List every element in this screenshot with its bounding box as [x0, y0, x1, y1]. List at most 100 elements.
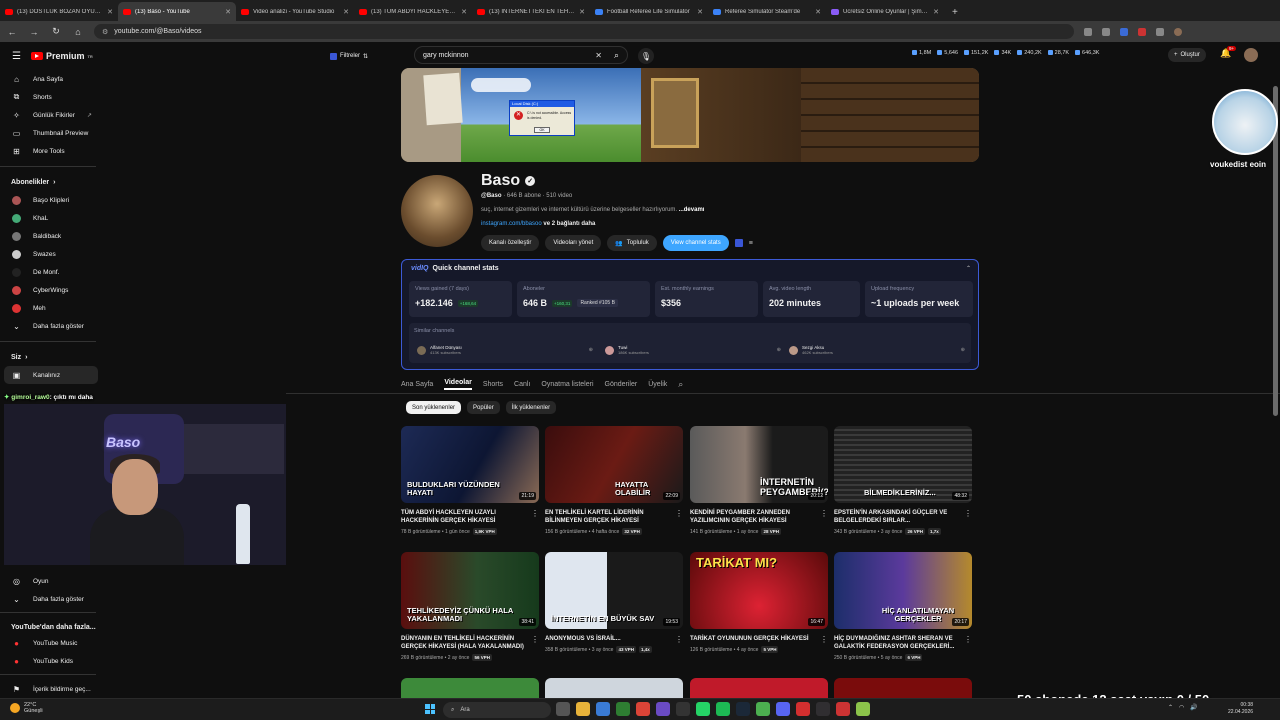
terminal-icon[interactable] [676, 702, 690, 716]
subscription-item[interactable]: CyberWings [0, 281, 104, 299]
channel-links[interactable]: instagram.com/bbasoo ve 2 bağlantı daha [481, 221, 595, 227]
chevron-up-icon[interactable]: ⌃ [1168, 704, 1173, 711]
add-user-icon[interactable]: ⊕ [589, 347, 593, 353]
close-icon[interactable]: ✕ [579, 8, 585, 16]
volume-icon[interactable]: 🔊 [1190, 704, 1197, 711]
youtube-logo[interactable]: Premium TR [30, 51, 93, 61]
more-options-icon[interactable]: ⋮ [820, 635, 828, 644]
app-icon[interactable] [756, 702, 770, 716]
video-card[interactable]: HİÇ ANLATILMAYAN GERÇEKLER 20:17 HİÇ DUYM… [834, 552, 972, 661]
site-info-icon[interactable]: ⚙ [102, 28, 108, 36]
browser-tab[interactable]: Ücretsiz Online Oyunlar | Şimdi... ✕ [826, 2, 944, 21]
mic-icon[interactable]: 🎙 [638, 48, 654, 64]
close-icon[interactable]: ✕ [107, 8, 113, 16]
browser-tab[interactable]: Referee Simulator Steam'de ✕ [708, 2, 826, 21]
more-options-icon[interactable]: ⋮ [531, 509, 539, 518]
similar-channel-item[interactable]: Tuwi 186K subscribers ⊕ [605, 343, 781, 357]
store-icon[interactable] [596, 702, 610, 716]
sidebar-item-thumbnail-preview[interactable]: ▭ Thumbnail Preview [0, 124, 104, 142]
chip-latest[interactable]: Son yüklenenler [406, 401, 462, 414]
browser-tab[interactable]: (13) İNTERNETTEKİ EN TEHLİKE...✕ [472, 2, 590, 21]
tab-videos[interactable]: Videolar [444, 379, 472, 390]
windows-start-icon[interactable] [425, 704, 435, 714]
app-icon[interactable] [836, 702, 850, 716]
manage-videos-button[interactable]: Videoları yönet [545, 235, 602, 251]
video-card[interactable]: TARİKAT MI? 16:47 TARİKAT OYUNUNUN GERÇEK… [690, 552, 828, 653]
video-card[interactable]: İNTERNETİN PEYGAMBERİ(?) 20:12 KENDİNİ PE… [690, 426, 828, 535]
app-icon[interactable] [656, 702, 670, 716]
video-thumbnail[interactable] [545, 678, 683, 698]
video-title[interactable]: DÜNYANIN EN TEHLİKELİ HACKERİNİN GERÇEK … [401, 635, 529, 651]
app-icon[interactable] [856, 702, 870, 716]
video-card[interactable]: HAYATTA OLABİLİR 22:09 EN TEHLİKELİ KARTE… [545, 426, 683, 535]
new-tab-button[interactable]: + [944, 7, 966, 21]
video-title[interactable]: TÜM ABDYİ HACKLEYEN UZAYLI HACKERİNİN GE… [401, 509, 529, 525]
extension-icon[interactable] [1156, 27, 1164, 36]
spotify-icon[interactable] [716, 702, 730, 716]
show-more-explore[interactable]: ⌄ Daha fazla göster [0, 590, 84, 608]
channel-description[interactable]: suç, internet gizemleri ve internet kült… [481, 207, 704, 213]
subscription-item[interactable]: Başo Klipleri [0, 191, 104, 209]
more-options-icon[interactable]: ⋮ [675, 509, 683, 518]
sidebar-item-your-channel[interactable]: ▣ Kanalınız [4, 366, 98, 384]
tab-home[interactable]: Ana Sayfa [401, 381, 433, 388]
menu-icon[interactable]: ☰ [12, 51, 21, 62]
similar-channel-item[interactable]: Sezgi Aksu 462K subscribers ⊕ [789, 343, 965, 357]
view-channel-stats-button[interactable]: View channel stats [662, 235, 729, 251]
reload-icon[interactable]: ↻ [50, 26, 62, 37]
tab-membership[interactable]: Üyelik [648, 381, 667, 388]
subscription-item[interactable]: Baldiback [0, 227, 104, 245]
subscription-item[interactable]: Meh [0, 299, 104, 317]
taskbar-search[interactable]: ⌕ Ara [443, 702, 551, 718]
task-view-icon[interactable] [556, 702, 570, 716]
more-options-icon[interactable]: ⋮ [531, 635, 539, 644]
video-title[interactable]: TARİKAT OYUNUNUN GERÇEK HİKAYESİ [690, 635, 818, 643]
chrome-icon[interactable] [636, 702, 650, 716]
subscription-item[interactable]: De Monf. [0, 263, 104, 281]
file-explorer-icon[interactable] [576, 702, 590, 716]
obs-icon[interactable] [816, 702, 830, 716]
video-thumbnail[interactable] [690, 678, 828, 698]
chevron-up-icon[interactable]: ⌃ [966, 265, 971, 272]
browser-tab[interactable]: (13) DOSTLUK BOZAN OYUN... ✕ [0, 2, 118, 21]
address-bar[interactable]: ⚙ youtube.com/@Baso/videos [94, 24, 1074, 39]
sidebar-item-more-tools[interactable]: ⊞ More Tools [0, 142, 104, 160]
close-icon[interactable]: ✕ [461, 8, 467, 16]
extension-icon[interactable] [1138, 27, 1146, 36]
weather-widget[interactable]: 22°C Güneşli [10, 702, 43, 714]
chip-popular[interactable]: Popüler [467, 401, 500, 414]
search-icon[interactable]: ⌕ [678, 379, 683, 390]
wifi-icon[interactable]: ◠ [1179, 704, 1184, 711]
add-user-icon[interactable]: ⊕ [961, 347, 965, 353]
video-thumbnail[interactable]: İNTERNETİN EN BÜYÜK SAV 19:53 [545, 552, 683, 629]
tab-posts[interactable]: Gönderiler [605, 381, 638, 388]
sidebar-item-report[interactable]: ⚑ İçerik bildirme geç... [0, 680, 91, 698]
sidebar-item-shorts[interactable]: ⧉ Shorts [0, 88, 104, 106]
sidebar-item-gaming[interactable]: ◎ Oyun [0, 572, 49, 590]
show-more-subscriptions[interactable]: ⌄ Daha fazla göster [0, 317, 104, 335]
search-input[interactable]: gary mckinnon [423, 52, 595, 59]
vidiq-filters-button[interactable]: Filtreler ⇅ [330, 50, 368, 62]
video-thumbnail[interactable] [401, 678, 539, 698]
avatar[interactable] [1244, 48, 1258, 62]
more-options-icon[interactable]: ⋮ [820, 509, 828, 518]
video-thumbnail[interactable]: HİÇ ANLATILMAYAN GERÇEKLER 20:17 [834, 552, 972, 629]
subscriptions-heading[interactable]: Abonelikler › [0, 173, 104, 191]
video-card[interactable]: İNTERNETİN EN BÜYÜK SAV 19:53 ANONYMOUS V… [545, 552, 683, 653]
video-title[interactable]: ANONYMOUS VS İSRAİL... [545, 635, 673, 643]
close-icon[interactable]: ✕ [815, 8, 821, 16]
close-icon[interactable]: ✕ [225, 8, 231, 16]
back-icon[interactable]: ← [6, 27, 18, 37]
more-options-icon[interactable]: ⋮ [964, 509, 972, 518]
browser-tab[interactable]: Video analizi - YouTube Studio ✕ [236, 2, 354, 21]
video-title[interactable]: EPSTEİN'İN ARKASINDAKİ GÜÇLER VE BELGELE… [834, 509, 962, 525]
sidebar-item-daily-ideas[interactable]: ✧ Günlük Fikirler ↗ [0, 106, 104, 124]
customize-channel-button[interactable]: Kanalı özelleştir [481, 235, 540, 251]
video-thumbnail[interactable] [834, 678, 972, 698]
clear-icon[interactable]: ✕ [595, 51, 602, 60]
tab-playlists[interactable]: Oynatma listeleri [541, 381, 593, 388]
clock[interactable]: 00:38 22.04.2026 [1228, 702, 1253, 716]
tab-live[interactable]: Canlı [514, 381, 530, 388]
extension-icon[interactable] [1084, 27, 1092, 36]
video-thumbnail[interactable]: BİLMEDİKLERİNİZ... 48:32 [834, 426, 972, 503]
